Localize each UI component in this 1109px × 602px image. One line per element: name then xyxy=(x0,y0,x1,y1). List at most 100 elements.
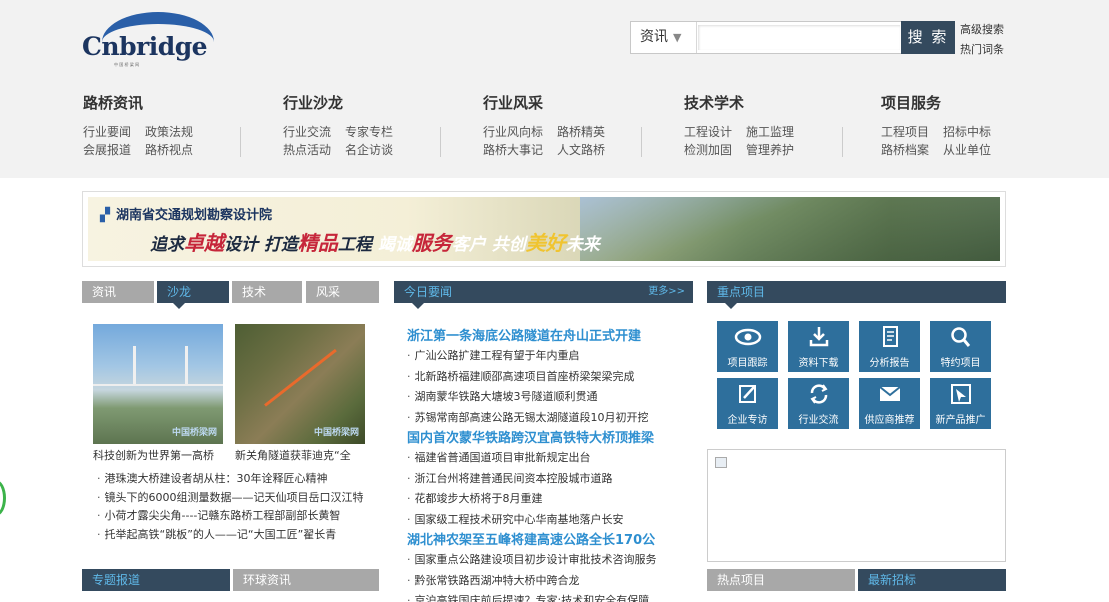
photo-watermark: 中国桥梁网 xyxy=(313,428,359,438)
news-block: 浙江第一条海底公路隧道在舟山正式开建 · 广汕公路扩建工程有望于年内重启 · 北新路… xyxy=(407,327,697,428)
list-item[interactable]: · 小荷才露尖尖角----记赣东路桥工程部副部长黄智 xyxy=(97,507,379,526)
tunnel-photo[interactable]: 中国桥梁网 xyxy=(235,324,365,444)
nav-link[interactable]: 路桥档案 xyxy=(881,141,929,159)
download-icon xyxy=(809,327,828,347)
chevron-down-icon: ▼ xyxy=(673,31,682,44)
search-input[interactable] xyxy=(698,25,900,50)
nav-link[interactable]: 施工监理 xyxy=(746,123,794,141)
nav-link[interactable]: 工程设计 xyxy=(684,123,732,141)
tile-suppliers[interactable]: 供应商推荐 xyxy=(859,378,920,429)
left-tabs: 资讯 沙龙 技术 风采 xyxy=(82,281,379,309)
headline-link[interactable]: 国内首次蒙华铁路跨汉宜高铁特大桥顶推梁 xyxy=(407,429,697,448)
tile-label: 特约项目 xyxy=(940,358,981,369)
nav-link[interactable]: 政策法规 xyxy=(145,123,193,141)
institute-logo-icon: ▞ xyxy=(100,208,110,223)
broken-image-icon xyxy=(715,457,727,468)
nav-title[interactable]: 技术学术 xyxy=(684,92,808,113)
photo-watermark: 中国桥梁网 xyxy=(171,428,217,438)
tile-project-tracking[interactable]: 项目跟踪 xyxy=(717,321,778,372)
nav-title[interactable]: 行业风采 xyxy=(483,92,619,113)
tile-new-products[interactable]: 新产品推广 xyxy=(930,378,991,429)
tile-special-projects[interactable]: 特约项目 xyxy=(930,321,991,372)
slogan-text: 追求 xyxy=(150,235,184,255)
bridge-photo[interactable]: 中国桥梁网 xyxy=(93,324,223,444)
list-item[interactable]: · 托举起高铁“跳板”的人——记“大国工匠”翟长青 xyxy=(97,526,379,545)
nav-link[interactable]: 人文路桥 xyxy=(557,141,605,159)
tab-tech[interactable]: 技术 xyxy=(232,281,302,303)
nav-title[interactable]: 项目服务 xyxy=(881,92,1005,113)
news-item[interactable]: · 福建省普通国道项目审批新规定出台 xyxy=(407,448,697,469)
tab-style[interactable]: 风采 xyxy=(306,281,379,303)
news-block: 湖北神农架至五峰将建高速公路全长170公 · 国家重点公路建设项目初步设计审批技术… xyxy=(407,531,697,602)
nav-divider xyxy=(842,127,843,157)
nav-link[interactable]: 从业单位 xyxy=(943,141,991,159)
tab-hot-projects[interactable]: 热点项目 xyxy=(707,569,855,591)
salon-list: · 港珠澳大桥建设者胡从柱：30年诠释匠心精神 · 镜头下的6000组测量数据——记… xyxy=(97,470,379,544)
nav-link[interactable]: 工程项目 xyxy=(881,123,929,141)
nav-link[interactable]: 会展报道 xyxy=(83,141,131,159)
list-item[interactable]: · 港珠澳大桥建设者胡从柱：30年诠释匠心精神 xyxy=(97,470,379,489)
nav-link[interactable]: 行业风向标 xyxy=(483,123,543,141)
nav-link[interactable]: 管理养护 xyxy=(746,141,794,159)
tab-salon[interactable]: 沙龙 xyxy=(157,281,229,309)
banner-org-name: 湖南省交通规划勘察设计院 xyxy=(116,208,273,223)
edit-icon xyxy=(738,385,756,403)
banner-landscape xyxy=(580,197,1000,261)
news-item[interactable]: · 苏锡常南部高速公路无锡太湖隧道段10月初开挖 xyxy=(407,408,697,429)
headline-link[interactable]: 湖北神农架至五峰将建高速公路全长170公 xyxy=(407,531,697,550)
eye-icon xyxy=(734,328,761,346)
hot-terms-link[interactable]: 热门词条 xyxy=(960,40,1004,60)
ad-banner[interactable]: ▞ 湖南省交通规划勘察设计院 追求卓越设计 打造精品工程 竭诚服务客户 共创美好未… xyxy=(82,191,1006,267)
nav-link[interactable]: 专家专栏 xyxy=(345,123,393,141)
news-item[interactable]: · 黔张常铁路西湖冲特大桥中跨合龙 xyxy=(407,571,697,592)
banner-org: ▞ 湖南省交通规划勘察设计院 xyxy=(100,204,272,223)
slogan-highlight: 精品 xyxy=(297,231,338,255)
nav-link[interactable]: 路桥视点 xyxy=(145,141,193,159)
tile-download[interactable]: 资料下载 xyxy=(788,321,849,372)
section-title: 今日要闻 xyxy=(404,285,453,299)
nav-link[interactable]: 行业要闻 xyxy=(83,123,131,141)
nav-group-news: 路桥资讯 行业要闻 政策法规 会展报道 路桥视点 xyxy=(83,92,207,159)
tile-interviews[interactable]: 企业专访 xyxy=(717,378,778,429)
news-item[interactable]: · 国家重点公路建设项目初步设计审批技术咨询服务 xyxy=(407,550,697,571)
slogan-text: 共创 xyxy=(491,235,526,255)
news-item[interactable]: · 京沪高铁国庆前后提速？专家:技术和安全有保障 xyxy=(407,591,697,602)
more-link[interactable]: 更多>> xyxy=(648,281,685,303)
photo-caption[interactable]: 新关角隧道获菲迪克“全 xyxy=(235,447,365,463)
tile-exchange[interactable]: 行业交流 xyxy=(788,378,849,429)
nav-title[interactable]: 行业沙龙 xyxy=(283,92,407,113)
news-item[interactable]: · 国家级工程技术研究中心华南基地落户长安 xyxy=(407,510,697,531)
photo-caption[interactable]: 科技创新为世界第一高桥 xyxy=(93,447,223,463)
nav-group-projects: 项目服务 工程项目 招标中标 路桥档案 从业单位 xyxy=(881,92,1005,159)
nav-link[interactable]: 热点活动 xyxy=(283,141,331,159)
headline-link[interactable]: 浙江第一条海底公路隧道在舟山正式开建 xyxy=(407,327,697,346)
tab-special-reports[interactable]: 专题报道 xyxy=(82,569,230,591)
nav-link[interactable]: 名企访谈 xyxy=(345,141,393,159)
search-button[interactable]: 搜 索 xyxy=(901,21,955,54)
nav-title[interactable]: 路桥资讯 xyxy=(83,92,207,113)
nav-link[interactable]: 路桥精英 xyxy=(557,123,605,141)
list-item[interactable]: · 镜头下的6000组测量数据——记天仙项目岳口汉江特 xyxy=(97,489,379,508)
search-category-select[interactable]: 资讯 ▼ xyxy=(631,22,697,53)
advanced-search-link[interactable]: 高级搜索 xyxy=(960,20,1004,40)
tab-latest-tenders[interactable]: 最新招标 xyxy=(858,569,1006,591)
news-item[interactable]: · 广汕公路扩建工程有望于年内重启 xyxy=(407,346,697,367)
news-item[interactable]: · 浙江台州将建普通民间资本控股城市道路 xyxy=(407,469,697,490)
nav-group-salon: 行业沙龙 行业交流 专家专栏 热点活动 名企访谈 xyxy=(283,92,407,159)
tile-label: 行业交流 xyxy=(798,415,839,426)
tab-global-news[interactable]: 环球资讯 xyxy=(233,569,379,591)
nav-link[interactable]: 招标中标 xyxy=(943,123,991,141)
news-item[interactable]: · 湖南蒙华铁路大塘坡3号隧道顺利贯通 xyxy=(407,387,697,408)
nav-link[interactable]: 检测加固 xyxy=(684,141,732,159)
news-item[interactable]: · 北新路桥福建顺邵高速项目首座桥梁架梁完成 xyxy=(407,367,697,388)
ad-box[interactable] xyxy=(707,449,1006,562)
floating-side-button[interactable] xyxy=(0,480,6,516)
refresh-icon xyxy=(809,384,828,404)
today-news-header: 今日要闻 更多>> xyxy=(394,281,693,309)
site-logo[interactable]: Cnbridge 中 国 桥 梁 网 xyxy=(82,10,214,67)
tab-news[interactable]: 资讯 xyxy=(82,281,154,303)
nav-link[interactable]: 行业交流 xyxy=(283,123,331,141)
tile-reports[interactable]: 分析报告 xyxy=(859,321,920,372)
nav-link[interactable]: 路桥大事记 xyxy=(483,141,543,159)
news-item[interactable]: · 花都竣步大桥将于8月重建 xyxy=(407,489,697,510)
